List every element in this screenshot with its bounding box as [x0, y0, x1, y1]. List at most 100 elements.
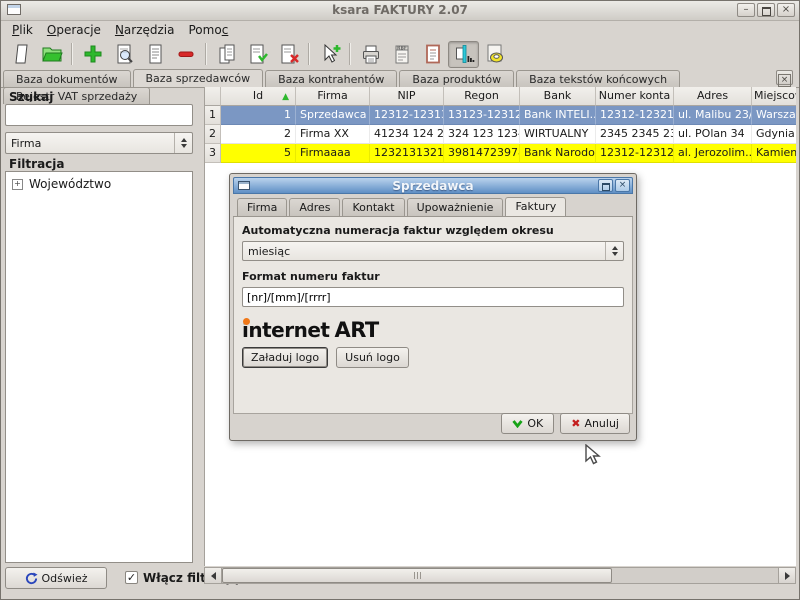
select-add-button[interactable] — [314, 41, 345, 68]
filter-label: Filtracja — [9, 157, 65, 171]
combo-spinner-icon[interactable] — [605, 242, 623, 260]
window-titlebar[interactable]: ksara FAKTURY 2.07 – × — [1, 1, 799, 21]
column-header-regon[interactable]: Regon — [444, 87, 520, 106]
toolbar-separator — [308, 43, 310, 65]
numbering-label: Automatyczna numeracja faktur względem o… — [242, 224, 624, 237]
minimize-button[interactable]: – — [737, 3, 755, 17]
tab-baza-tekstow[interactable]: Baza tekstów końcowych — [516, 70, 680, 87]
scroll-left-button[interactable] — [205, 568, 222, 583]
toolbar-separator — [205, 43, 207, 65]
dialog-maximize-button[interactable] — [598, 179, 613, 192]
delete-document-icon — [278, 43, 300, 65]
column-header-nip[interactable]: NIP — [370, 87, 444, 106]
column-header-numer-konta[interactable]: Numer konta — [596, 87, 674, 106]
open-folder-button[interactable] — [36, 41, 67, 68]
dialog-tab-kontakt[interactable]: Kontakt — [342, 198, 404, 216]
table-row[interactable]: 2 2 Firma XX 41234 124 21... 324 123 123… — [205, 125, 796, 144]
window-title: ksara FAKTURY 2.07 — [1, 3, 799, 17]
print-button[interactable] — [355, 41, 386, 68]
menu-narzedzia[interactable]: Narzędzia — [108, 22, 182, 38]
remove-button[interactable] — [170, 41, 201, 68]
print-icon — [360, 43, 382, 65]
delete-document-button[interactable] — [273, 41, 304, 68]
copy-document-icon — [216, 43, 238, 65]
column-header-id[interactable]: Id▲ — [221, 87, 296, 106]
close-button[interactable]: × — [777, 3, 795, 17]
numbering-period-selector[interactable]: miesiąc — [242, 241, 624, 261]
column-header-firma[interactable]: Firma — [296, 87, 370, 106]
tab-close-icon: × — [778, 74, 792, 87]
load-logo-button[interactable]: Załaduj logo — [242, 347, 328, 368]
rbf-document-icon: RBF — [391, 43, 413, 65]
edit-document-button[interactable] — [139, 41, 170, 68]
column-header-bank[interactable]: Bank — [520, 87, 596, 106]
row-header[interactable]: 2 — [205, 125, 221, 144]
dialog-tabbar: FirmaAdresKontaktUpoważnienieFakturyDoda… — [233, 197, 633, 217]
row-header[interactable]: 1 — [205, 106, 221, 125]
dialog-titlebar[interactable]: Sprzedawca × — [233, 177, 633, 194]
find-document-button[interactable] — [108, 41, 139, 68]
toolbar-separator — [349, 43, 351, 65]
menu-plik[interactable]: Plik — [5, 22, 40, 38]
report-document-button[interactable] — [417, 41, 448, 68]
chart-icon — [453, 43, 475, 65]
maximize-button[interactable] — [757, 3, 775, 17]
cancel-button[interactable]: ✖ Anuluj — [560, 413, 630, 434]
edit-document-icon — [144, 43, 166, 65]
filter-toggle-checkbox[interactable]: ✓ — [125, 571, 138, 584]
search-field-selector[interactable]: Firma — [5, 132, 193, 154]
ok-button[interactable]: OK — [501, 413, 554, 434]
dialog-tab-firma[interactable]: Firma — [237, 198, 287, 216]
tab-baza-dokumentow[interactable]: Baza dokumentów — [3, 70, 131, 87]
copy-document-button[interactable] — [211, 41, 242, 68]
select-add-icon — [319, 43, 341, 65]
table-row[interactable]: 3 5 Firmaaaa 12321313211... 398147239784… — [205, 144, 796, 163]
tab-close-button[interactable]: × — [776, 70, 793, 85]
chart-button[interactable] — [448, 41, 479, 68]
dialog-tab-adres[interactable]: Adres — [289, 198, 340, 216]
search-label: Szukaj — [9, 90, 53, 104]
send-document-icon — [484, 43, 506, 65]
scroll-left-icon — [211, 572, 216, 580]
remove-logo-button[interactable]: Usuń logo — [336, 347, 409, 368]
add-button[interactable] — [77, 41, 108, 68]
new-document-button[interactable] — [5, 41, 36, 68]
search-input[interactable] — [5, 104, 193, 126]
open-folder-icon — [41, 43, 63, 65]
main-tabbar: Baza dokumentówBaza sprzedawcówBaza kont… — [1, 69, 799, 88]
dialog-close-button[interactable]: × — [615, 179, 630, 192]
column-header-miejscowosc[interactable]: Miejscowość — [752, 87, 796, 106]
menu-operacje[interactable]: Operacje — [40, 22, 108, 38]
invoice-format-input[interactable] — [242, 287, 624, 307]
table-corner-cell — [205, 87, 221, 106]
menubar: Plik Operacje Narzędzia Pomoc — [1, 20, 800, 39]
rbf-document-button[interactable]: RBF — [386, 41, 417, 68]
tab-baza-kontrahentow[interactable]: Baza kontrahentów — [265, 70, 397, 87]
dialog-tab-upowaznienie[interactable]: Upoważnienie — [407, 198, 504, 216]
scrollbar-track[interactable] — [612, 568, 778, 583]
menu-pomoc[interactable]: Pomoc — [182, 22, 236, 38]
tree-expander-icon[interactable]: + — [12, 179, 23, 190]
import-document-button[interactable] — [242, 41, 273, 68]
row-header[interactable]: 3 — [205, 144, 221, 163]
ok-check-icon — [512, 420, 523, 428]
dialog-faktury-panel: Automatyczna numeracja faktur względem o… — [233, 217, 633, 414]
tab-baza-produktow[interactable]: Baza produktów — [399, 70, 514, 87]
tab-baza-sprzedawcow[interactable]: Baza sprzedawców — [133, 69, 264, 87]
dialog-tab-faktury[interactable]: Faktury — [505, 197, 566, 216]
sort-ascending-icon: ▲ — [282, 88, 289, 106]
report-document-icon — [422, 43, 444, 65]
send-document-button[interactable] — [479, 41, 510, 68]
column-header-adres[interactable]: Adres — [674, 87, 752, 106]
tree-item-wojewodztwo[interactable]: + Województwo — [6, 172, 192, 191]
table-row[interactable]: 1 1 Sprzedawca 12312-12313-... 13123-123… — [205, 106, 796, 125]
horizontal-scrollbar[interactable] — [204, 567, 796, 584]
format-label: Format numeru faktur — [242, 270, 624, 283]
remove-icon — [175, 43, 197, 65]
combo-spinner-icon[interactable] — [174, 133, 192, 153]
refresh-button[interactable]: Odśwież — [5, 567, 107, 589]
dialog-close-icon: × — [619, 180, 627, 190]
scroll-right-button[interactable] — [778, 568, 795, 583]
scrollbar-thumb[interactable] — [222, 568, 612, 583]
import-document-icon — [247, 43, 269, 65]
